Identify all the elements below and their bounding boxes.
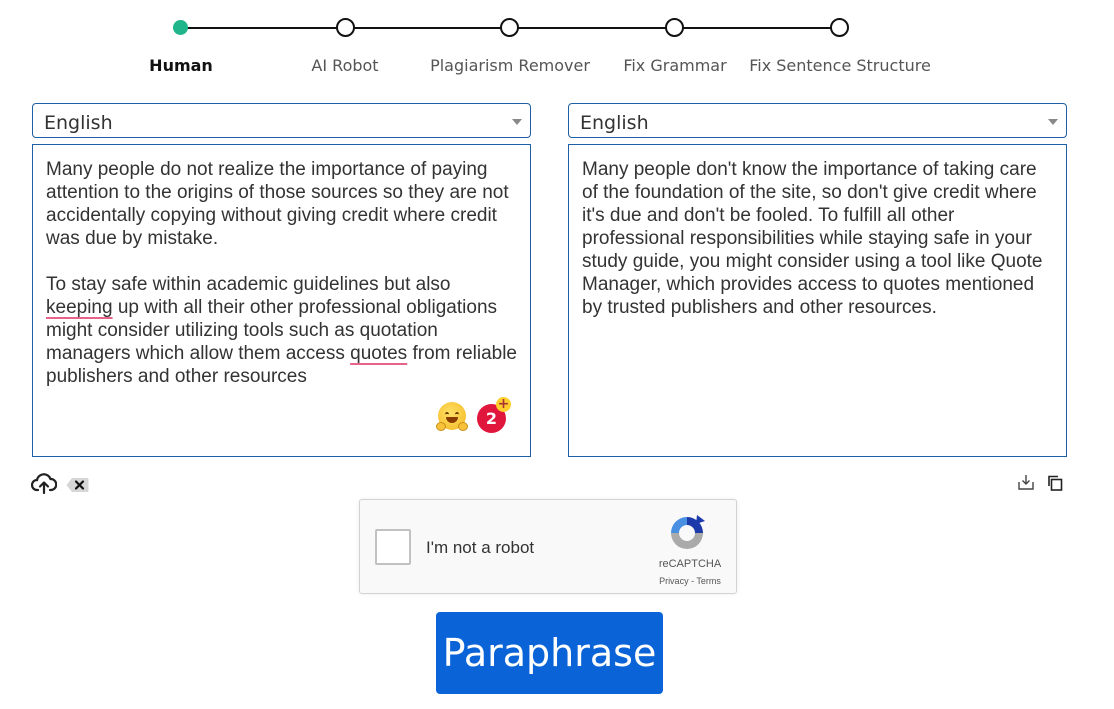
spelling-flag-word[interactable]: keeping [46,297,113,318]
step-label-ai-robot[interactable]: AI Robot [311,56,378,75]
download-icon[interactable] [1017,473,1035,496]
step-label-plagiarism-remover[interactable]: Plagiarism Remover [430,56,590,75]
recaptcha-logo-icon [667,513,707,558]
cloud-upload-icon[interactable] [30,473,58,500]
recaptcha-checkbox[interactable] [375,529,411,565]
step-dot-fix-grammar[interactable] [665,18,684,37]
chevron-down-icon [512,119,522,125]
step-dot-ai-robot[interactable] [336,18,355,37]
recaptcha-links: Privacy - Terms [644,576,736,586]
recaptcha-label: I'm not a robot [426,538,535,557]
input-paragraph-2: To stay safe within academic guidelines … [46,274,518,387]
step-dot-human[interactable] [173,20,188,35]
input-language-value: English [44,112,113,134]
step-dot-fix-sentence-structure[interactable] [830,18,849,37]
output-paragraph: Many people don't know the importance of… [582,159,1043,318]
recaptcha-privacy-link[interactable]: Privacy [659,576,689,586]
input-text-area[interactable]: Many people do not realize the importanc… [32,144,531,457]
recaptcha-brand: reCAPTCHA [658,558,722,570]
step-label-fix-grammar[interactable]: Fix Grammar [623,56,726,75]
step-label-fix-sentence-structure[interactable]: Fix Sentence Structure [749,56,931,75]
clear-icon[interactable] [66,477,89,498]
input-language-select[interactable]: English [32,103,531,138]
recaptcha-widget: I'm not a robot reCAPTCHA Privacy - Term… [359,499,737,594]
output-language-select[interactable]: English [568,103,1067,138]
output-language-value: English [580,112,649,134]
plus-icon: + [496,396,511,412]
recaptcha-terms-link[interactable]: Terms [696,576,721,586]
output-text-area[interactable]: Many people don't know the importance of… [568,144,1067,457]
hugging-face-emoji-icon[interactable] [436,402,468,431]
step-label-human[interactable]: Human [149,56,213,75]
spelling-flag-word[interactable]: quotes [350,343,407,364]
input-paragraph-1: Many people do not realize the importanc… [46,159,509,249]
chevron-down-icon [1048,119,1058,125]
paraphrase-button[interactable]: Paraphrase [436,612,663,694]
step-dot-plagiarism-remover[interactable] [500,18,519,37]
copy-icon[interactable] [1046,474,1064,497]
